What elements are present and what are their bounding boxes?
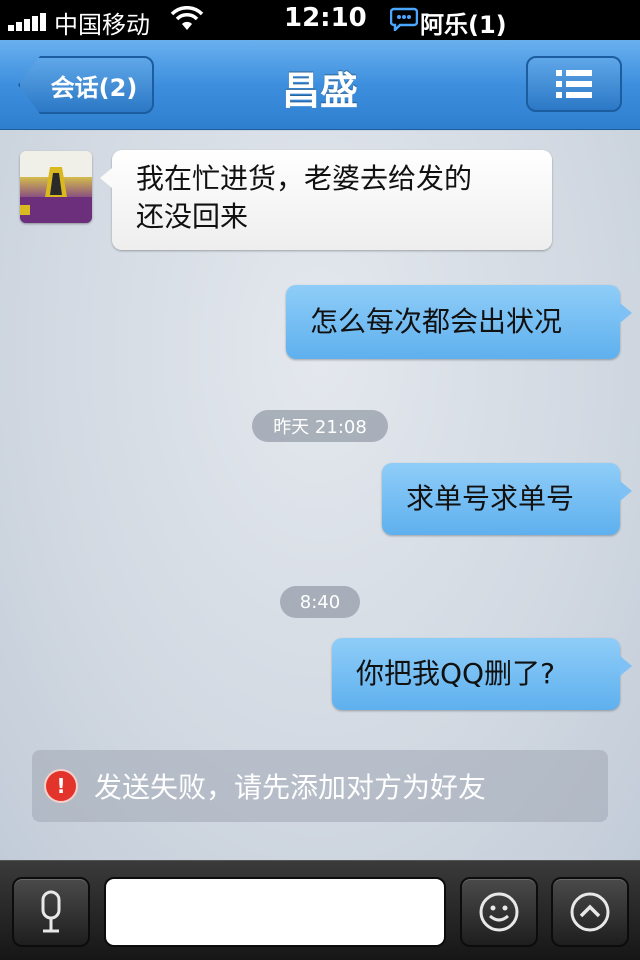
microphone-icon xyxy=(41,890,61,933)
signal-strength-icon xyxy=(8,11,48,31)
contact-avatar[interactable] xyxy=(20,151,92,223)
message-bubble-outgoing[interactable]: 你把我QQ删了? xyxy=(332,638,632,710)
message-text: 你把我QQ删了? xyxy=(356,657,555,690)
message-input[interactable] xyxy=(104,877,446,947)
error-icon: ! xyxy=(46,771,76,801)
message-text: 还没回来 xyxy=(136,200,249,233)
list-icon xyxy=(556,70,592,98)
notification-label: 阿乐(1) xyxy=(420,11,507,39)
message-text: 怎么每次都会出状况 xyxy=(310,305,563,338)
more-options-button[interactable] xyxy=(551,877,629,947)
navigation-bar: 会话(2) 昌盛 xyxy=(0,40,640,130)
avatar-image-icon xyxy=(20,151,92,223)
chat-area[interactable]: 我在忙进货，老婆去给发的 还没回来 怎么每次都会出状况 昨天 21:08 求单号… xyxy=(0,131,640,860)
emoji-button[interactable] xyxy=(460,877,538,947)
wifi-icon xyxy=(170,6,204,30)
clock: 12:10 xyxy=(284,3,367,33)
menu-button[interactable] xyxy=(526,56,622,112)
smiley-icon xyxy=(479,892,519,932)
message-text: 求单号求单号 xyxy=(406,482,575,515)
send-failed-notice: ! 发送失败，请先添加对方为好友 xyxy=(32,750,608,822)
voice-button[interactable] xyxy=(12,877,90,947)
message-timestamp: 昨天 21:08 xyxy=(252,410,388,442)
carrier-name: 中国移动 xyxy=(54,11,150,39)
message-bubble-incoming[interactable]: 我在忙进货，老婆去给发的 还没回来 xyxy=(100,150,552,250)
chevron-up-icon xyxy=(570,892,610,932)
input-bar xyxy=(0,860,640,960)
message-bubble-outgoing[interactable]: 怎么每次都会出状况 xyxy=(286,285,632,359)
message-text: 我在忙进货，老婆去给发的 xyxy=(136,162,473,195)
error-message: 发送失败，请先添加对方为好友 xyxy=(94,771,487,804)
chat-notification-icon xyxy=(390,7,418,31)
message-timestamp: 8:40 xyxy=(280,586,360,618)
message-bubble-outgoing[interactable]: 求单号求单号 xyxy=(382,463,632,535)
status-bar: 中国移动 12:10 阿乐(1) xyxy=(0,0,640,40)
